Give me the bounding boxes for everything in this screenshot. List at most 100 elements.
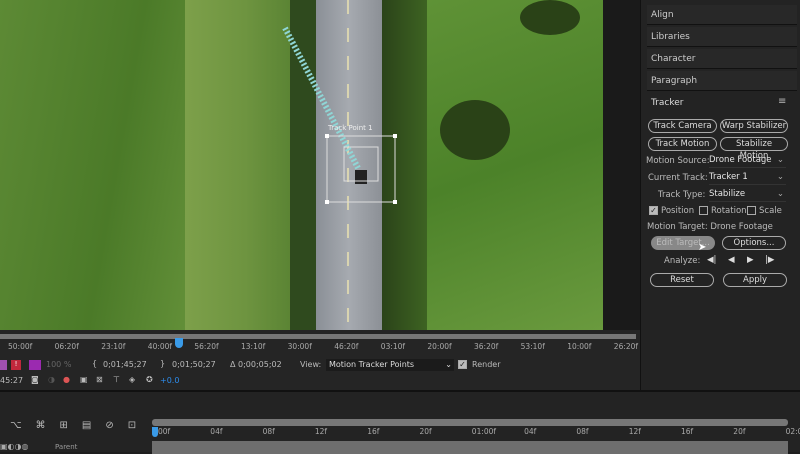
checkbox-empty-icon bbox=[699, 206, 708, 215]
layer-switches-icon[interactable]: ▣◐◑◍ bbox=[0, 442, 29, 451]
track-path-overlay bbox=[282, 26, 397, 204]
view-value: Motion Tracker Points bbox=[329, 360, 415, 369]
transparency-grid-icon[interactable]: ⊠ bbox=[96, 375, 103, 384]
exposure-value[interactable]: +0.0 bbox=[160, 376, 179, 385]
track-type-label: Track Type: bbox=[658, 190, 706, 200]
render-checkbox[interactable]: ✓ bbox=[458, 360, 467, 369]
viewer-timeline: 50:00f 06:20f 23:10f 40:00f 56:20f 13:10f 30:0… bbox=[0, 330, 640, 390]
viewer-toolbar: 45:27 ◙ ◑ ● ▣ ⊠ ⊤ ◈ ✪ +0.0 bbox=[0, 375, 640, 387]
chevron-down-icon: ⌄ bbox=[776, 172, 784, 182]
snapshot-icon[interactable]: ◑ bbox=[48, 375, 55, 384]
color-swatch[interactable] bbox=[0, 360, 7, 370]
parent-label: Parent bbox=[55, 443, 78, 451]
cursor-icon: ➤ bbox=[698, 242, 707, 253]
out-point[interactable]: 0;01;50;27 bbox=[172, 360, 216, 369]
tick-label: 30:00f bbox=[287, 342, 312, 351]
tick-label: 10:00f bbox=[567, 342, 592, 351]
tick-label: 16f bbox=[367, 427, 380, 436]
3d-view-icon[interactable]: ⊤ bbox=[113, 375, 120, 384]
current-track-value: Tracker 1 bbox=[709, 172, 748, 182]
current-timecode[interactable]: 45:27 bbox=[0, 376, 23, 385]
reset-button[interactable]: Reset bbox=[650, 273, 714, 287]
tab-libraries[interactable]: Libraries bbox=[647, 27, 797, 47]
analyze-1-frame-forward-icon[interactable]: |▶ bbox=[765, 255, 774, 265]
scale-checkbox[interactable]: Scale bbox=[747, 206, 782, 216]
tick-label: 50:00f bbox=[8, 342, 33, 351]
channels-icon[interactable]: ● bbox=[63, 375, 70, 384]
tick-label: 13:10f bbox=[241, 342, 266, 351]
region-icon[interactable]: ▣ bbox=[80, 375, 88, 384]
scale-label: Scale bbox=[759, 206, 782, 216]
tracker-title: Tracker bbox=[651, 98, 684, 108]
frame-blending-icon[interactable]: ⊞ bbox=[60, 420, 82, 431]
mask-icon[interactable]: ◈ bbox=[129, 375, 135, 384]
car bbox=[355, 170, 367, 184]
analyze-1-frame-backward-icon[interactable]: ◀| bbox=[707, 255, 716, 265]
stabilize-motion-button[interactable]: Stabilize Motion bbox=[720, 137, 788, 161]
draft-3d-icon[interactable]: ⌥ bbox=[10, 420, 36, 431]
timeline-tools: ⌥⌘⊞▤⊘⊡ bbox=[10, 420, 150, 431]
tick-label: 12f bbox=[314, 427, 328, 436]
motion-target-text: Motion Target: Drone Footage bbox=[647, 222, 773, 232]
controls-row: ! 100 % { 0;01;45;27 } 0;01;50;27 Δ 0;00… bbox=[0, 359, 640, 373]
color-swatch[interactable] bbox=[29, 360, 41, 370]
layer-bar[interactable] bbox=[152, 441, 788, 454]
alert-icon[interactable]: ! bbox=[11, 360, 21, 370]
analyze-backward-icon[interactable]: ◀ bbox=[728, 255, 735, 265]
in-point[interactable]: 0;01;45;27 bbox=[103, 360, 147, 369]
tick-label: 06:20f bbox=[54, 342, 79, 351]
track-type-value: Stabilize bbox=[709, 189, 746, 199]
current-track-label: Current Track: bbox=[648, 173, 708, 183]
tick-label: 46:20f bbox=[334, 342, 359, 351]
tick-label: 53:10f bbox=[520, 342, 545, 351]
checkmark-icon: ✓ bbox=[649, 206, 658, 215]
camera-icon[interactable]: ◙ bbox=[31, 375, 39, 384]
timeline-panel: ⌥⌘⊞▤⊘⊡ 00f 04f 08f 12f 16f 20f 01:00f 04f 08f 12f… bbox=[0, 390, 800, 454]
analyze-forward-icon[interactable]: ▶ bbox=[747, 255, 754, 265]
chevron-down-icon: ⌄ bbox=[776, 155, 784, 165]
graph-editor-icon[interactable]: ⊘ bbox=[105, 420, 127, 431]
duration: Δ 0;00;05;02 bbox=[230, 360, 282, 369]
hamburger-menu-icon[interactable]: ≡ bbox=[778, 96, 786, 107]
exposure-icon[interactable]: ✪ bbox=[146, 375, 153, 384]
tick-label: 40:00f bbox=[147, 342, 173, 351]
tick-label: 20f bbox=[419, 427, 432, 436]
options-button[interactable]: Options... bbox=[722, 236, 786, 250]
track-point-label: Track Point 1 bbox=[328, 124, 373, 132]
out-point-bracket-icon[interactable]: } bbox=[160, 359, 165, 368]
tab-align[interactable]: Align bbox=[647, 5, 797, 25]
tab-character[interactable]: Character bbox=[647, 49, 797, 69]
work-area-bar[interactable] bbox=[0, 334, 636, 339]
apply-button[interactable]: Apply bbox=[723, 273, 787, 287]
zoom-value[interactable]: 100 % bbox=[46, 360, 71, 369]
tick-label: 04f bbox=[210, 427, 223, 436]
switches-icon[interactable]: ⊡ bbox=[128, 420, 150, 431]
playhead[interactable] bbox=[175, 338, 183, 348]
search-region bbox=[326, 135, 396, 203]
timeline-navigator[interactable] bbox=[152, 419, 788, 426]
tick-label: 01:00f bbox=[471, 427, 497, 436]
warp-stabilizer-button[interactable]: Warp Stabilizer bbox=[720, 119, 788, 133]
motion-source-label: Motion Source: bbox=[646, 156, 710, 166]
tick-label: 20f bbox=[733, 427, 746, 436]
in-point-bracket-icon[interactable]: { bbox=[92, 359, 97, 368]
track-camera-button[interactable]: Track Camera bbox=[648, 119, 717, 133]
chevron-down-icon: ⌄ bbox=[445, 360, 452, 369]
motion-blur-icon[interactable]: ▤ bbox=[82, 420, 105, 431]
rotation-checkbox[interactable]: Rotation bbox=[699, 206, 747, 216]
tick-label: 26:20f bbox=[613, 342, 639, 351]
motion-source-select[interactable]: Drone Footage ⌄ bbox=[709, 155, 786, 168]
shy-layers-icon[interactable]: ⌘ bbox=[36, 420, 60, 431]
composition-viewer[interactable]: Track Point 1 bbox=[0, 0, 603, 330]
track-motion-button[interactable]: Track Motion bbox=[648, 137, 717, 151]
tab-paragraph[interactable]: Paragraph bbox=[647, 71, 797, 91]
playhead[interactable] bbox=[152, 427, 158, 437]
tick-label: 12f bbox=[628, 427, 641, 436]
track-type-select[interactable]: Stabilize ⌄ bbox=[709, 189, 786, 202]
position-checkbox[interactable]: ✓ Position bbox=[649, 206, 694, 216]
current-track-select[interactable]: Tracker 1 ⌄ bbox=[709, 172, 786, 185]
viewer-margin bbox=[603, 0, 640, 330]
rotation-label: Rotation bbox=[711, 206, 747, 216]
view-select[interactable]: Motion Tracker Points ⌄ bbox=[326, 359, 454, 371]
right-panel: Align Libraries Character Paragraph Trac… bbox=[640, 0, 800, 390]
